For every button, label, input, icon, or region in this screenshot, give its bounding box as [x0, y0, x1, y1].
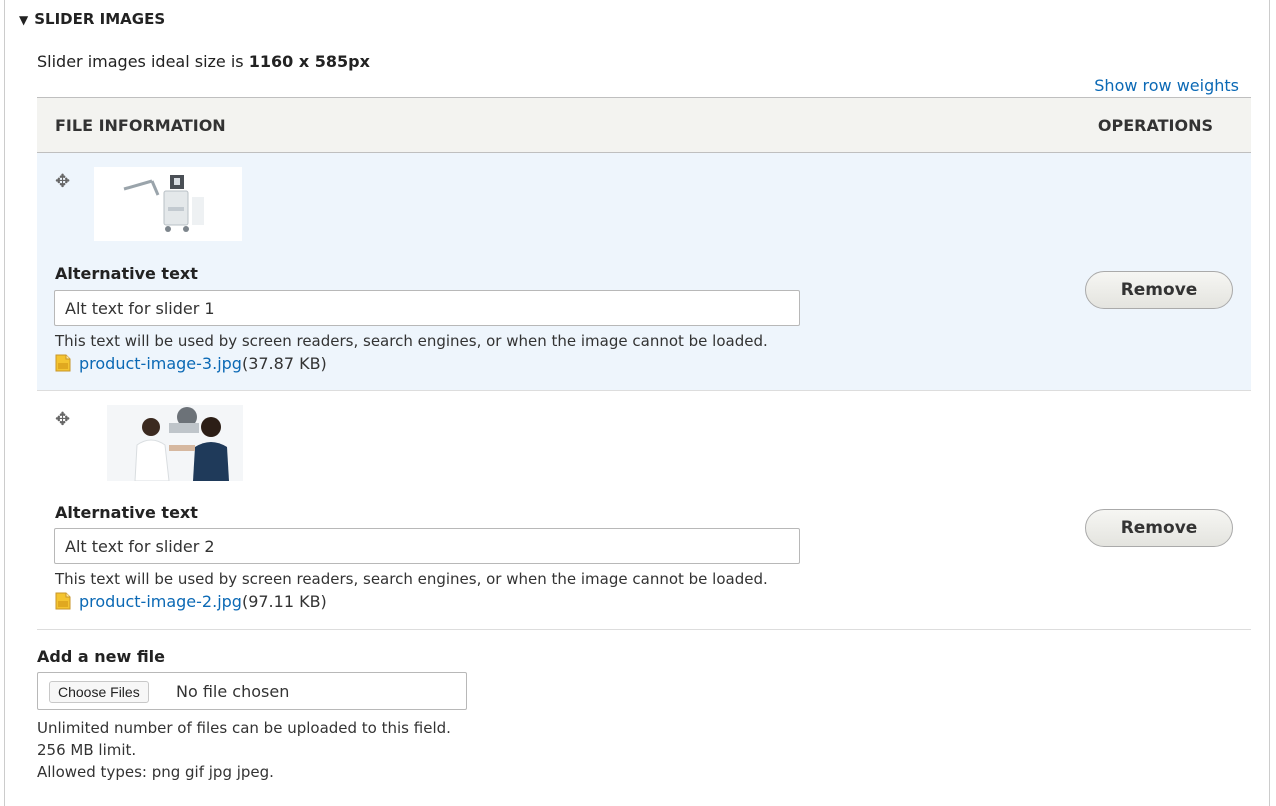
upload-rule-size: 256 MB limit. — [37, 741, 137, 759]
column-header-operations: OPERATIONS — [1097, 116, 1213, 135]
table-header: FILE INFORMATION OPERATIONS — [37, 97, 1251, 153]
column-header-file-information: FILE INFORMATION — [55, 116, 226, 135]
drag-handle-icon[interactable]: ✥ — [55, 171, 70, 192]
image-file-icon — [55, 354, 71, 372]
alt-text-label: Alternative text — [55, 503, 198, 522]
remove-button[interactable]: Remove — [1085, 509, 1233, 547]
add-new-file-label: Add a new file — [37, 647, 166, 666]
file-name-link[interactable]: product-image-3.jpg — [79, 354, 242, 373]
upload-rule-types: Allowed types: png gif jpg jpeg. — [37, 763, 274, 781]
table-row: ✥ Alternative text This text will be us — [37, 153, 1251, 391]
alt-text-input[interactable] — [54, 528, 800, 564]
remove-button[interactable]: Remove — [1085, 271, 1233, 309]
image-thumbnail — [107, 405, 243, 481]
description-prefix: Slider images ideal size is — [37, 52, 249, 71]
file-size: (97.11 KB) — [241, 592, 327, 611]
files-table: FILE INFORMATION OPERATIONS ✥ Alternativ… — [37, 97, 1251, 630]
image-thumbnail — [94, 167, 242, 241]
triangle-down-icon: ▼ — [19, 13, 29, 27]
file-link-line: product-image-3.jpg(37.87 KB) — [55, 354, 327, 373]
fieldset-title: SLIDER IMAGES — [34, 10, 166, 28]
fieldset-description: Slider images ideal size is 1160 x 585px — [37, 52, 370, 71]
alt-text-label: Alternative text — [55, 264, 198, 283]
drag-handle-icon[interactable]: ✥ — [55, 409, 70, 430]
alt-text-help: This text will be used by screen readers… — [55, 332, 768, 350]
alt-text-input[interactable] — [54, 290, 800, 326]
description-size: 1160 x 585px — [248, 52, 370, 71]
file-name-link[interactable]: product-image-2.jpg — [79, 592, 242, 611]
slider-images-fieldset: ▼ SLIDER IMAGES Slider images ideal size … — [4, 0, 1270, 806]
table-row: ✥ Alternative text This text will be use… — [37, 391, 1251, 630]
fieldset-legend[interactable]: ▼ SLIDER IMAGES — [19, 10, 165, 28]
file-link-line: product-image-2.jpg(97.11 KB) — [55, 592, 327, 611]
file-size: (37.87 KB) — [241, 354, 327, 373]
upload-rules: Unlimited number of files can be uploade… — [37, 717, 451, 783]
choose-files-button[interactable]: Choose Files — [49, 681, 149, 703]
show-row-weights-link[interactable]: Show row weights — [1094, 76, 1239, 95]
file-upload-field[interactable]: Choose Files No file chosen — [37, 672, 467, 710]
upload-rule-count: Unlimited number of files can be uploade… — [37, 719, 451, 737]
alt-text-help: This text will be used by screen readers… — [55, 570, 768, 588]
no-file-chosen-text: No file chosen — [176, 682, 290, 701]
image-file-icon — [55, 592, 71, 610]
